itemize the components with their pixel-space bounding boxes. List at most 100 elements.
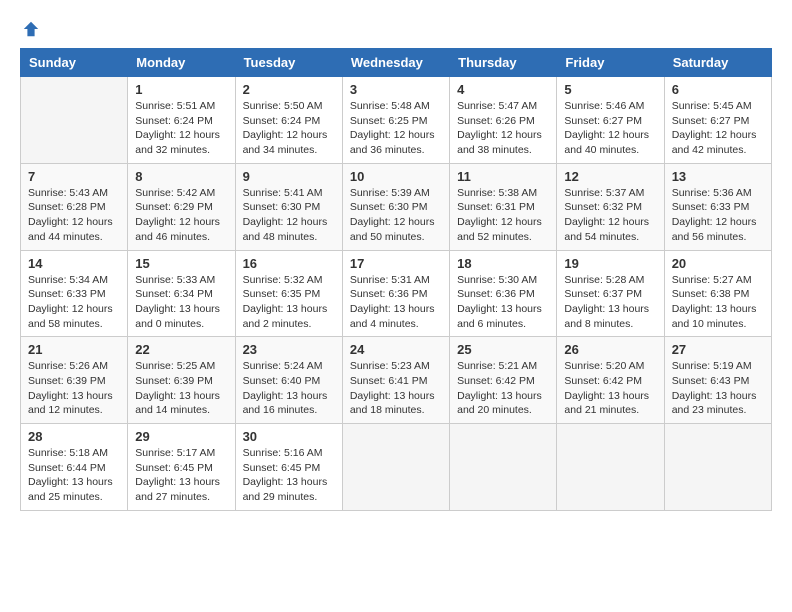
day-info: Sunrise: 5:41 AM Sunset: 6:30 PM Dayligh… <box>243 186 335 245</box>
day-number: 30 <box>243 429 335 444</box>
day-info: Sunrise: 5:16 AM Sunset: 6:45 PM Dayligh… <box>243 446 335 505</box>
day-info: Sunrise: 5:39 AM Sunset: 6:30 PM Dayligh… <box>350 186 442 245</box>
calendar-cell: 11 Sunrise: 5:38 AM Sunset: 6:31 PM Dayli… <box>450 163 557 250</box>
day-number: 12 <box>564 169 656 184</box>
day-number: 16 <box>243 256 335 271</box>
day-info: Sunrise: 5:32 AM Sunset: 6:35 PM Dayligh… <box>243 273 335 332</box>
weekday-header: Thursday <box>450 49 557 77</box>
calendar-cell: 23 Sunrise: 5:24 AM Sunset: 6:40 PM Dayli… <box>235 337 342 424</box>
day-number: 13 <box>672 169 764 184</box>
day-number: 2 <box>243 82 335 97</box>
calendar-cell <box>664 424 771 511</box>
day-number: 24 <box>350 342 442 357</box>
calendar-cell: 5 Sunrise: 5:46 AM Sunset: 6:27 PM Daylig… <box>557 77 664 164</box>
day-info: Sunrise: 5:48 AM Sunset: 6:25 PM Dayligh… <box>350 99 442 158</box>
day-number: 19 <box>564 256 656 271</box>
day-number: 5 <box>564 82 656 97</box>
day-info: Sunrise: 5:36 AM Sunset: 6:33 PM Dayligh… <box>672 186 764 245</box>
day-number: 7 <box>28 169 120 184</box>
day-number: 20 <box>672 256 764 271</box>
day-info: Sunrise: 5:33 AM Sunset: 6:34 PM Dayligh… <box>135 273 227 332</box>
day-info: Sunrise: 5:38 AM Sunset: 6:31 PM Dayligh… <box>457 186 549 245</box>
day-info: Sunrise: 5:19 AM Sunset: 6:43 PM Dayligh… <box>672 359 764 418</box>
calendar-cell: 12 Sunrise: 5:37 AM Sunset: 6:32 PM Dayli… <box>557 163 664 250</box>
calendar-cell: 8 Sunrise: 5:42 AM Sunset: 6:29 PM Daylig… <box>128 163 235 250</box>
calendar-cell <box>557 424 664 511</box>
calendar-cell: 28 Sunrise: 5:18 AM Sunset: 6:44 PM Dayli… <box>21 424 128 511</box>
weekday-header: Wednesday <box>342 49 449 77</box>
day-info: Sunrise: 5:42 AM Sunset: 6:29 PM Dayligh… <box>135 186 227 245</box>
calendar-cell: 27 Sunrise: 5:19 AM Sunset: 6:43 PM Dayli… <box>664 337 771 424</box>
day-number: 10 <box>350 169 442 184</box>
calendar-cell <box>450 424 557 511</box>
day-number: 23 <box>243 342 335 357</box>
calendar-cell: 24 Sunrise: 5:23 AM Sunset: 6:41 PM Dayli… <box>342 337 449 424</box>
calendar-cell: 15Sunrise: 5:33 AM Sunset: 6:34 PM Dayli… <box>128 250 235 337</box>
day-info: Sunrise: 5:43 AM Sunset: 6:28 PM Dayligh… <box>28 186 120 245</box>
calendar-cell: 17Sunrise: 5:31 AM Sunset: 6:36 PM Dayli… <box>342 250 449 337</box>
page-header <box>20 20 772 38</box>
day-info: Sunrise: 5:20 AM Sunset: 6:42 PM Dayligh… <box>564 359 656 418</box>
calendar: SundayMondayTuesdayWednesdayThursdayFrid… <box>20 48 772 511</box>
day-number: 18 <box>457 256 549 271</box>
weekday-header: Friday <box>557 49 664 77</box>
calendar-cell: 19 Sunrise: 5:28 AM Sunset: 6:37 PM Dayli… <box>557 250 664 337</box>
day-info: Sunrise: 5:51 AM Sunset: 6:24 PM Dayligh… <box>135 99 227 158</box>
day-number: 21 <box>28 342 120 357</box>
calendar-week-row: 7 Sunrise: 5:43 AM Sunset: 6:28 PM Daylig… <box>21 163 772 250</box>
calendar-cell: 2 Sunrise: 5:50 AM Sunset: 6:24 PM Daylig… <box>235 77 342 164</box>
calendar-cell: 7 Sunrise: 5:43 AM Sunset: 6:28 PM Daylig… <box>21 163 128 250</box>
weekday-header: Tuesday <box>235 49 342 77</box>
day-info: Sunrise: 5:17 AM Sunset: 6:45 PM Dayligh… <box>135 446 227 505</box>
calendar-header-row: SundayMondayTuesdayWednesdayThursdayFrid… <box>21 49 772 77</box>
calendar-cell <box>21 77 128 164</box>
calendar-cell <box>342 424 449 511</box>
calendar-cell: 26 Sunrise: 5:20 AM Sunset: 6:42 PM Dayli… <box>557 337 664 424</box>
calendar-cell: 22 Sunrise: 5:25 AM Sunset: 6:39 PM Dayli… <box>128 337 235 424</box>
calendar-week-row: 21Sunrise: 5:26 AM Sunset: 6:39 PM Dayli… <box>21 337 772 424</box>
day-info: Sunrise: 5:47 AM Sunset: 6:26 PM Dayligh… <box>457 99 549 158</box>
day-info: Sunrise: 5:21 AM Sunset: 6:42 PM Dayligh… <box>457 359 549 418</box>
calendar-week-row: 14 Sunrise: 5:34 AM Sunset: 6:33 PM Dayli… <box>21 250 772 337</box>
logo <box>20 20 40 38</box>
day-number: 8 <box>135 169 227 184</box>
day-info: Sunrise: 5:23 AM Sunset: 6:41 PM Dayligh… <box>350 359 442 418</box>
calendar-cell: 10 Sunrise: 5:39 AM Sunset: 6:30 PM Dayli… <box>342 163 449 250</box>
day-number: 26 <box>564 342 656 357</box>
day-info: Sunrise: 5:25 AM Sunset: 6:39 PM Dayligh… <box>135 359 227 418</box>
day-info: Sunrise: 5:28 AM Sunset: 6:37 PM Dayligh… <box>564 273 656 332</box>
calendar-cell: 20 Sunrise: 5:27 AM Sunset: 6:38 PM Dayli… <box>664 250 771 337</box>
day-number: 14 <box>28 256 120 271</box>
day-number: 9 <box>243 169 335 184</box>
day-number: 25 <box>457 342 549 357</box>
calendar-cell: 4 Sunrise: 5:47 AM Sunset: 6:26 PM Daylig… <box>450 77 557 164</box>
calendar-body: 1 Sunrise: 5:51 AM Sunset: 6:24 PM Daylig… <box>21 77 772 511</box>
day-number: 22 <box>135 342 227 357</box>
logo-icon <box>22 20 40 38</box>
day-info: Sunrise: 5:34 AM Sunset: 6:33 PM Dayligh… <box>28 273 120 332</box>
day-number: 6 <box>672 82 764 97</box>
calendar-week-row: 1 Sunrise: 5:51 AM Sunset: 6:24 PM Daylig… <box>21 77 772 164</box>
day-info: Sunrise: 5:46 AM Sunset: 6:27 PM Dayligh… <box>564 99 656 158</box>
day-number: 11 <box>457 169 549 184</box>
day-info: Sunrise: 5:50 AM Sunset: 6:24 PM Dayligh… <box>243 99 335 158</box>
day-info: Sunrise: 5:27 AM Sunset: 6:38 PM Dayligh… <box>672 273 764 332</box>
weekday-header: Sunday <box>21 49 128 77</box>
day-info: Sunrise: 5:37 AM Sunset: 6:32 PM Dayligh… <box>564 186 656 245</box>
calendar-cell: 30 Sunrise: 5:16 AM Sunset: 6:45 PM Dayli… <box>235 424 342 511</box>
day-number: 28 <box>28 429 120 444</box>
calendar-cell: 13 Sunrise: 5:36 AM Sunset: 6:33 PM Dayli… <box>664 163 771 250</box>
day-number: 17 <box>350 256 442 271</box>
day-number: 1 <box>135 82 227 97</box>
day-number: 27 <box>672 342 764 357</box>
calendar-cell: 14 Sunrise: 5:34 AM Sunset: 6:33 PM Dayli… <box>21 250 128 337</box>
day-info: Sunrise: 5:24 AM Sunset: 6:40 PM Dayligh… <box>243 359 335 418</box>
day-number: 4 <box>457 82 549 97</box>
day-info: Sunrise: 5:18 AM Sunset: 6:44 PM Dayligh… <box>28 446 120 505</box>
weekday-header: Monday <box>128 49 235 77</box>
calendar-cell: 16 Sunrise: 5:32 AM Sunset: 6:35 PM Dayli… <box>235 250 342 337</box>
calendar-week-row: 28 Sunrise: 5:18 AM Sunset: 6:44 PM Dayli… <box>21 424 772 511</box>
calendar-cell: 1 Sunrise: 5:51 AM Sunset: 6:24 PM Daylig… <box>128 77 235 164</box>
day-number: 29 <box>135 429 227 444</box>
calendar-cell: 21Sunrise: 5:26 AM Sunset: 6:39 PM Dayli… <box>21 337 128 424</box>
